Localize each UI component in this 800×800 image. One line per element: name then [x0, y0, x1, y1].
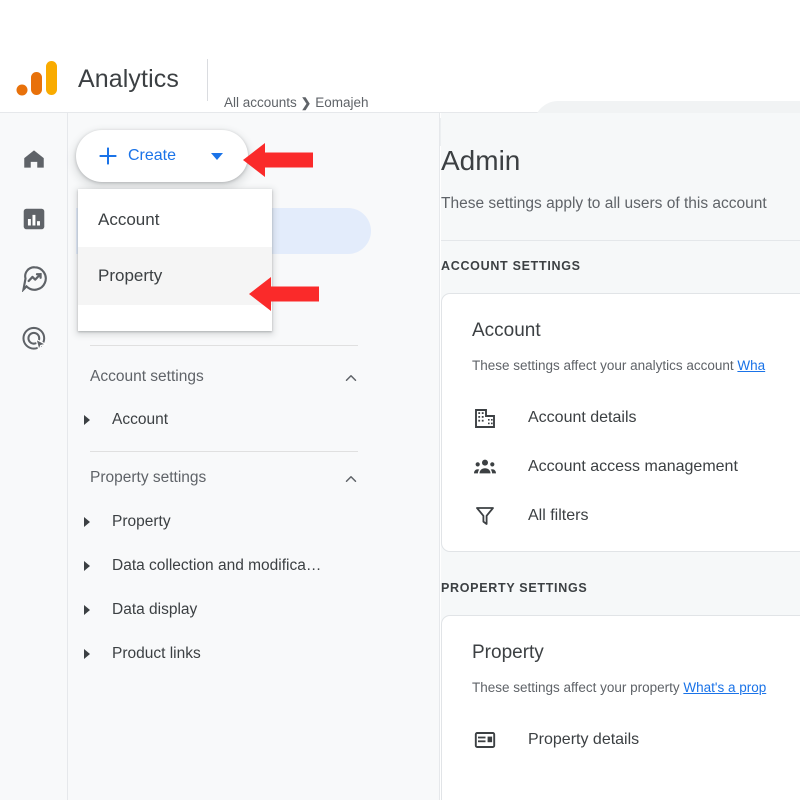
- sidebar-section-property-settings-label: Property settings: [90, 469, 207, 486]
- explore-trending-icon: [21, 265, 48, 297]
- header-divider: [207, 59, 208, 101]
- chevron-up-icon[interactable]: [342, 470, 358, 486]
- window-top-margin: [0, 0, 800, 45]
- triangle-right-icon[interactable]: [84, 561, 90, 571]
- sidebar-section-account-settings[interactable]: Account settings: [90, 366, 358, 388]
- chevron-up-icon[interactable]: [342, 369, 358, 385]
- triangle-right-icon[interactable]: [84, 517, 90, 527]
- menu-item-property[interactable]: Property: [78, 247, 272, 305]
- account-card-description: These settings affect your analytics acc…: [472, 358, 765, 373]
- sidebar-item-property-label: Property: [112, 513, 171, 530]
- sidebar-item-data-display[interactable]: Data display: [78, 598, 368, 622]
- account-details-row[interactable]: Account details: [472, 404, 637, 432]
- rail-item-reports[interactable]: [18, 205, 50, 237]
- property-card-title: Property: [472, 642, 544, 663]
- brand-title: Analytics: [78, 65, 179, 93]
- create-button-label: Create: [128, 147, 177, 164]
- sidebar-item-data-collection-label: Data collection and modifica…: [112, 557, 322, 574]
- sidebar-item-data-collection[interactable]: Data collection and modifica…: [78, 554, 368, 578]
- google-analytics-logo: [14, 59, 60, 99]
- chevron-right-icon: ❯: [300, 96, 312, 110]
- page-title: Admin: [441, 145, 521, 176]
- sidebar-item-product-links-label: Product links: [112, 645, 201, 662]
- sidebar-item-account[interactable]: Account: [78, 408, 368, 432]
- all-filters-row[interactable]: All filters: [472, 502, 588, 530]
- property-card-description: These settings affect your property What…: [472, 680, 766, 695]
- app-header: Analytics All accounts❯Eomajeh eoxxxxxxx…: [0, 45, 800, 149]
- sidebar-section-account-settings-label: Account settings: [90, 368, 204, 385]
- property-settings-card: Property These settings affect your prop…: [441, 615, 800, 800]
- plus-icon: [98, 146, 118, 166]
- sidebar-item-data-display-label: Data display: [112, 601, 198, 618]
- rail-item-advertising[interactable]: [18, 325, 50, 357]
- account-details-label: Account details: [528, 409, 637, 426]
- page-subtitle: These settings apply to all users of thi…: [441, 195, 767, 212]
- bar-chart-icon: [21, 206, 47, 237]
- account-access-management-label: Account access management: [528, 458, 738, 475]
- sidebar-divider-2: [90, 451, 358, 452]
- create-button[interactable]: Create: [76, 130, 248, 182]
- people-group-icon: [472, 454, 498, 480]
- web-asset-icon: [472, 727, 498, 753]
- section-label-property-settings: PROPERTY SETTINGS: [441, 581, 588, 595]
- account-card-title: Account: [472, 320, 541, 341]
- primary-nav-rail: [0, 113, 68, 800]
- sidebar-divider-1: [90, 345, 358, 346]
- sidebar-item-property[interactable]: Property: [78, 510, 368, 534]
- property-card-help-link[interactable]: What's a prop: [683, 680, 766, 695]
- arrow-to-property-menu-item: [249, 273, 319, 320]
- account-access-management-row[interactable]: Account access management: [472, 453, 738, 481]
- create-dropdown-menu: Account Property: [78, 189, 272, 331]
- triangle-right-icon[interactable]: [84, 605, 90, 615]
- property-details-row[interactable]: Property details: [472, 726, 639, 754]
- advertising-target-icon: [21, 325, 48, 357]
- rail-item-explore[interactable]: [18, 265, 50, 297]
- analytics-admin-screen: Analytics All accounts❯Eomajeh eoxxxxxxx…: [0, 0, 800, 800]
- admin-main-content: Admin These settings apply to all users …: [441, 113, 800, 800]
- breadcrumb[interactable]: All accounts ❯ Eomajeh: [224, 95, 369, 110]
- rail-item-home[interactable]: [18, 145, 50, 177]
- property-card-description-text: These settings affect your property: [472, 680, 684, 695]
- menu-item-account[interactable]: Account: [78, 189, 272, 247]
- menu-item-property-label: Property: [98, 266, 163, 285]
- account-settings-card: Account These settings affect your analy…: [441, 293, 800, 552]
- sidebar-item-account-label: Account: [112, 411, 169, 428]
- breadcrumb-all-accounts[interactable]: All accounts: [224, 95, 297, 110]
- breadcrumb-account-name[interactable]: Eomajeh: [315, 95, 368, 110]
- arrow-to-create-dropdown-caret: [243, 139, 313, 186]
- building-icon: [472, 405, 498, 431]
- property-details-label: Property details: [528, 731, 640, 748]
- triangle-right-icon[interactable]: [84, 649, 90, 659]
- filter-funnel-icon: [472, 503, 498, 529]
- account-card-help-link[interactable]: Wha: [737, 358, 765, 373]
- content-divider: [441, 240, 800, 241]
- home-icon: [21, 146, 47, 177]
- section-label-account-settings: ACCOUNT SETTINGS: [441, 259, 581, 273]
- all-filters-label: All filters: [528, 507, 589, 524]
- caret-down-icon[interactable]: [211, 153, 223, 160]
- sidebar-section-property-settings[interactable]: Property settings: [90, 467, 358, 489]
- triangle-right-icon[interactable]: [84, 415, 90, 425]
- menu-item-account-label: Account: [98, 210, 160, 229]
- account-card-description-text: These settings affect your analytics acc…: [472, 358, 738, 373]
- sidebar-item-product-links[interactable]: Product links: [78, 642, 368, 666]
